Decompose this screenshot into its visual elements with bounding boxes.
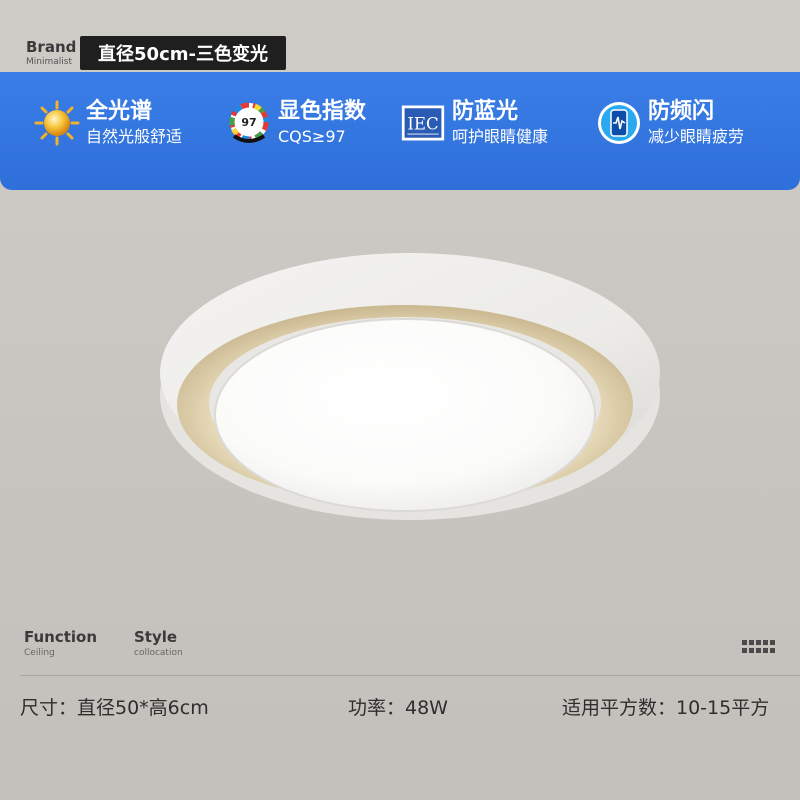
feature-subtitle: 呵护眼睛健康 — [452, 127, 549, 147]
feature-color-rendering: 97 显色指数 CQS≥97 — [226, 99, 367, 147]
spec-power: 功率：48W — [348, 697, 448, 719]
spec-size: 尺寸：直径50*高6cm — [20, 697, 209, 719]
brand-name: Brand — [26, 38, 77, 56]
feature-title: 全光谱 — [86, 99, 153, 125]
function-subtitle: Ceiling — [24, 648, 55, 658]
product-title: 直径50cm-三色变光 — [80, 36, 286, 70]
phone-flicker-icon — [596, 100, 642, 146]
brand-tagline: Minimalist — [26, 57, 72, 67]
feature-subtitle: 减少眼睛疲劳 — [648, 127, 745, 147]
ceiling-lamp-image — [160, 253, 660, 520]
divider — [20, 675, 800, 676]
style-title: Style — [134, 628, 178, 646]
style-subtitle: collocation — [134, 648, 183, 658]
brand-logo: Brand Minimalist — [26, 40, 76, 67]
function-title: Function — [24, 628, 98, 646]
feature-flicker-free: 防频闪 减少眼睛疲劳 — [596, 99, 745, 147]
iec-badge-text: IEC — [407, 114, 438, 133]
feature-title: 显色指数 — [278, 99, 367, 125]
function-label: Function Ceiling — [24, 628, 98, 659]
feature-subtitle: 自然光般舒适 — [86, 127, 183, 147]
sun-icon — [34, 100, 80, 146]
style-label: Style collocation — [134, 628, 183, 659]
feature-anti-blue-light: IEC 防蓝光 呵护眼睛健康 — [400, 99, 549, 147]
cri-gauge-icon: 97 — [226, 100, 272, 146]
iec-logo-icon: IEC — [400, 100, 446, 146]
feature-title: 防频闪 — [648, 99, 715, 125]
feature-title: 防蓝光 — [452, 99, 519, 125]
feature-subtitle: CQS≥97 — [278, 127, 346, 147]
feature-full-spectrum: 全光谱 自然光般舒适 — [34, 99, 183, 147]
spec-area: 适用平方数：10-15平方 — [562, 697, 770, 719]
cri-badge-text: 97 — [241, 116, 256, 129]
dots-grid-icon — [742, 640, 775, 653]
